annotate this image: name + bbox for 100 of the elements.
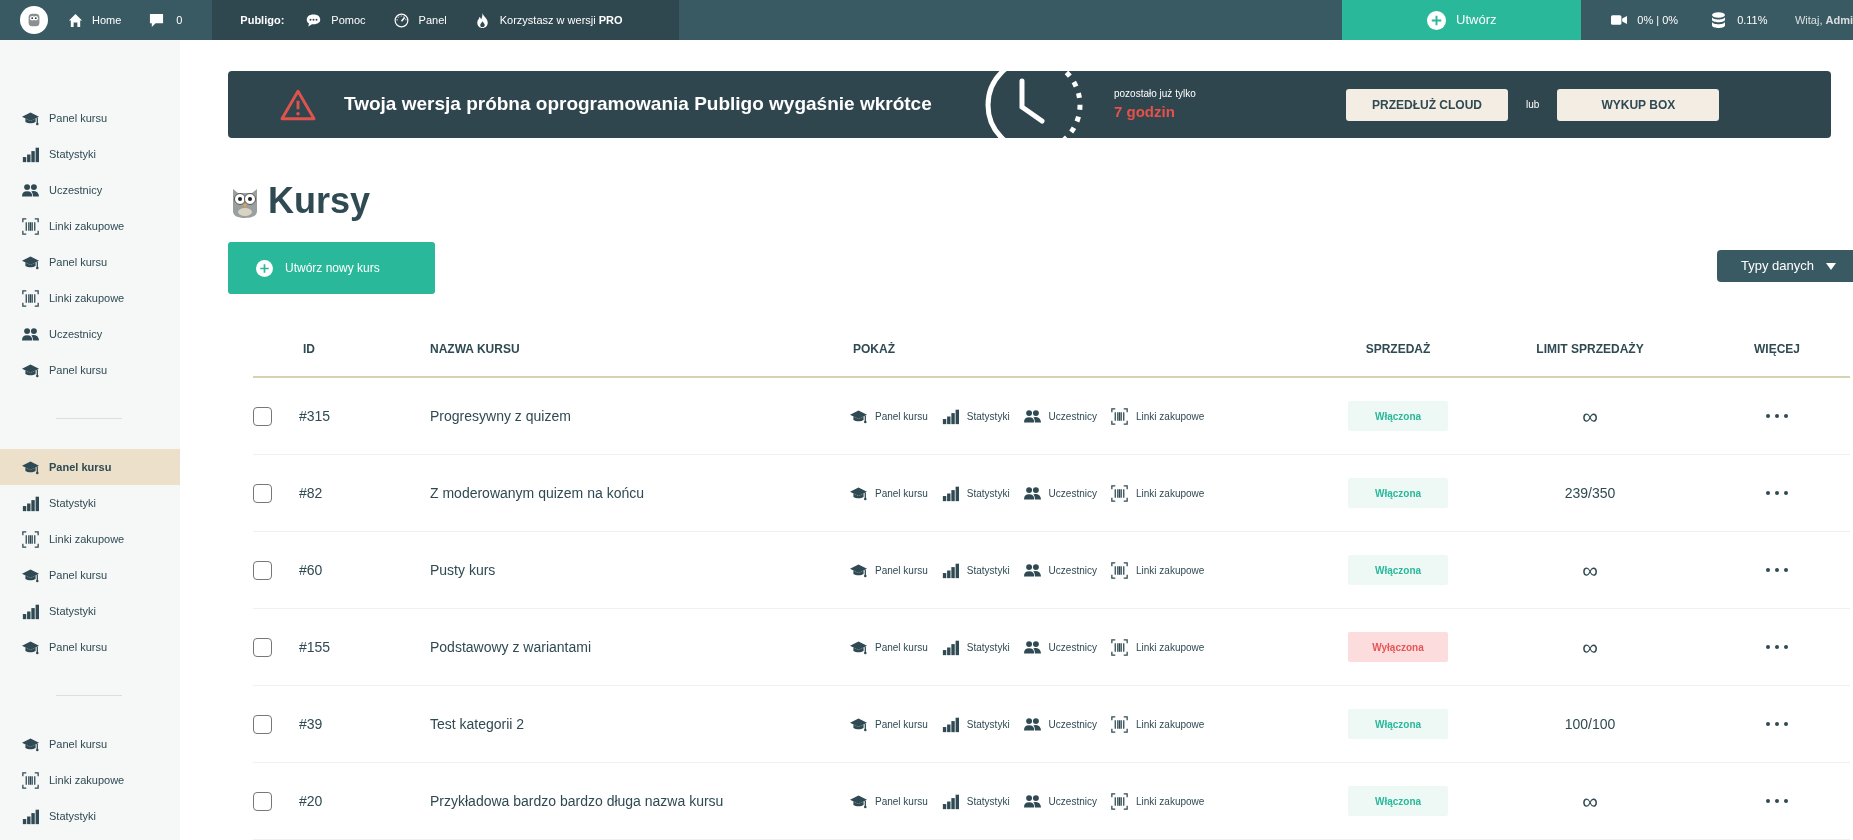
course-action-link[interactable]: Uczestnicy	[1023, 792, 1097, 810]
topbar-link[interactable]: Pomoc	[306, 11, 366, 29]
course-action-link[interactable]: Linki zakupowe	[1110, 484, 1205, 502]
row-checkbox[interactable]	[253, 791, 272, 811]
course-action-link[interactable]: Statystyki	[941, 561, 1010, 579]
more-options-icon[interactable]	[1766, 491, 1788, 495]
course-action-link[interactable]: Panel kursu	[850, 638, 928, 656]
bar-chart-icon	[22, 602, 39, 620]
barcode-icon	[1110, 561, 1128, 579]
data-types-dropdown[interactable]: Typy danych	[1717, 250, 1853, 282]
gauge-icon	[393, 12, 409, 28]
row-checkbox[interactable]	[253, 637, 272, 657]
column-header: LIMIT SPRZEDAŻY	[1535, 341, 1645, 358]
sales-status: Włączona	[1348, 478, 1448, 508]
sidebar-item[interactable]: Panel kursu	[0, 244, 180, 280]
storage-usage: 0.11%	[1737, 12, 1768, 28]
bar-chart-icon	[22, 145, 39, 163]
sidebar-item[interactable]: Panel kursu	[0, 726, 180, 762]
barcode-icon	[22, 289, 39, 307]
sidebar-item[interactable]: Linki zakupowe	[0, 521, 180, 557]
course-action-link[interactable]: Linki zakupowe	[1110, 561, 1205, 579]
course-action-link[interactable]: Uczestnicy	[1023, 561, 1097, 579]
course-id: #315	[298, 406, 332, 426]
course-action-link[interactable]: Statystyki	[941, 638, 1010, 656]
sidebar-item[interactable]: Panel kursu	[0, 100, 180, 136]
bar-chart-icon	[941, 638, 959, 656]
owl-logo[interactable]	[20, 6, 48, 34]
course-action-link[interactable]: Statystyki	[941, 484, 1010, 502]
course-action-link[interactable]: Linki zakupowe	[1110, 638, 1205, 656]
barcode-icon	[1110, 792, 1128, 810]
course-action-link[interactable]: Uczestnicy	[1023, 715, 1097, 733]
plus-icon	[1427, 10, 1447, 30]
sidebar-item[interactable]: Statystyki	[0, 136, 180, 172]
course-action-link[interactable]: Statystyki	[941, 792, 1010, 810]
users-icon	[22, 325, 39, 343]
sidebar-item[interactable]: Statystyki	[0, 593, 180, 629]
sidebar-item[interactable]: Panel kursu	[0, 352, 180, 388]
bar-chart-icon	[941, 561, 959, 579]
sidebar-item[interactable]: Uczestnicy	[0, 316, 180, 352]
sidebar-item[interactable]: Panel kursu	[0, 629, 180, 665]
home-icon	[68, 12, 83, 28]
column-header: ID	[302, 341, 316, 358]
users-icon	[1023, 407, 1041, 425]
course-action-link[interactable]: Panel kursu	[850, 484, 928, 502]
row-checkbox[interactable]	[253, 483, 272, 503]
course-action-link[interactable]: Linki zakupowe	[1110, 715, 1205, 733]
home-link[interactable]: Home	[68, 11, 122, 29]
buy-box-button[interactable]: WYKUP BOX	[1557, 88, 1720, 121]
extend-cloud-button[interactable]: PRZEDŁUŻ CLOUD	[1346, 88, 1508, 121]
users-icon	[1023, 638, 1041, 656]
course-action-link[interactable]: Linki zakupowe	[1110, 407, 1205, 425]
course-action-link[interactable]: Panel kursu	[850, 407, 928, 425]
row-checkbox[interactable]	[253, 406, 272, 426]
remaining-label: pozostało już tylko	[1114, 86, 1197, 101]
more-options-icon[interactable]	[1766, 799, 1788, 803]
course-action-link[interactable]: Panel kursu	[850, 792, 928, 810]
column-header: WIĘCEJ	[1753, 341, 1801, 358]
topbar-link[interactable]: Panel	[393, 11, 447, 29]
sidebar-item[interactable]: Uczestnicy	[0, 172, 180, 208]
topbar-link[interactable]: Korzystasz w wersji PRO	[474, 11, 623, 29]
brand-label: Publigo:	[240, 12, 285, 28]
sidebar-item[interactable]: Panel kursu	[0, 557, 180, 593]
sidebar-item[interactable]: Panel kursu	[0, 449, 180, 485]
course-action-link[interactable]: Uczestnicy	[1023, 638, 1097, 656]
sidebar-item[interactable]: Linki zakupowe	[0, 762, 180, 798]
course-action-link[interactable]: Linki zakupowe	[1110, 792, 1205, 810]
comments-link[interactable]: 0	[149, 11, 213, 29]
sales-status: Wyłączona	[1348, 632, 1448, 662]
sidebar-item[interactable]: Statystyki	[0, 798, 180, 834]
course-action-link[interactable]: Statystyki	[941, 407, 1010, 425]
course-id: #60	[298, 560, 324, 580]
course-action-link[interactable]: Panel kursu	[850, 715, 928, 733]
course-name: Test kategorii 2	[429, 714, 526, 734]
barcode-icon	[1110, 638, 1128, 656]
row-checkbox[interactable]	[253, 560, 272, 580]
bar-chart-icon	[22, 807, 39, 825]
course-name: Pusty kurs	[429, 560, 497, 580]
course-action-link[interactable]: Uczestnicy	[1023, 484, 1097, 502]
database-icon	[1712, 11, 1726, 29]
course-action-link[interactable]: Uczestnicy	[1023, 407, 1097, 425]
more-options-icon[interactable]	[1766, 568, 1788, 572]
sidebar-item[interactable]: Linki zakupowe	[0, 208, 180, 244]
sales-status: Włączona	[1348, 786, 1448, 816]
course-id: #82	[298, 483, 324, 503]
caret-icon	[1826, 262, 1836, 270]
more-options-icon[interactable]	[1766, 645, 1788, 649]
row-checkbox[interactable]	[253, 714, 272, 734]
sidebar-item[interactable]: Statystyki	[0, 485, 180, 521]
column-header: NAZWA KURSU	[429, 341, 521, 358]
sidebar-item[interactable]: Linki zakupowe	[0, 280, 180, 316]
course-action-link[interactable]: Panel kursu	[850, 561, 928, 579]
more-options-icon[interactable]	[1766, 722, 1788, 726]
course-action-link[interactable]: Statystyki	[941, 715, 1010, 733]
more-options-icon[interactable]	[1766, 414, 1788, 418]
bar-chart-icon	[22, 494, 39, 512]
barcode-icon	[22, 771, 39, 789]
course-name: Z moderowanym quizem na końcu	[429, 483, 645, 503]
greeting-text: Witaj, Admi	[1794, 12, 1853, 28]
users-icon	[1023, 561, 1041, 579]
or-text: lub	[1526, 98, 1540, 112]
